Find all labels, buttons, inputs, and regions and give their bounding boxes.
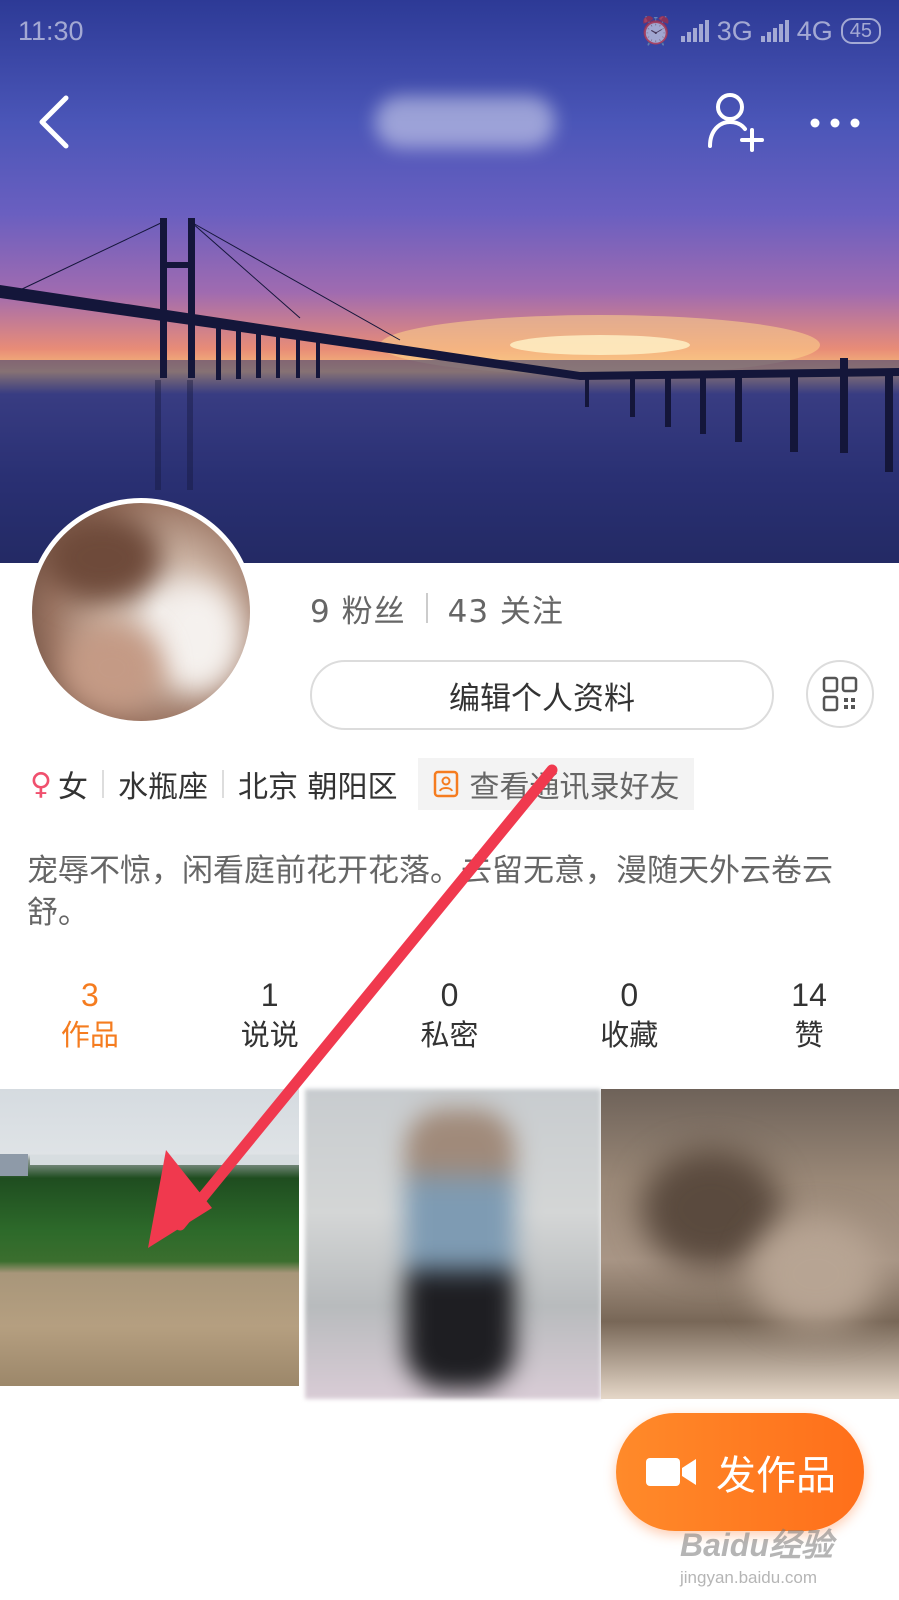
tab-label: 说说 — [240, 1018, 299, 1052]
status-time: 11:30 — [18, 15, 84, 46]
following-stat[interactable]: 43 关注 — [448, 586, 564, 631]
network-4g: 4G — [796, 15, 833, 46]
watermark: Baidu经验 jingyan.baidu.com — [680, 1520, 890, 1595]
back-button[interactable] — [28, 92, 88, 152]
battery-indicator: 45 — [840, 18, 881, 44]
status-bar: 11:30 ⏰ 3G 4G 45 — [0, 0, 899, 62]
tab-works[interactable]: 3 作品 — [0, 975, 180, 1055]
divider — [425, 593, 428, 623]
watermark-main: Baidu经验 — [680, 1527, 833, 1563]
divider — [101, 770, 104, 798]
work-thumbnail[interactable] — [0, 1089, 299, 1386]
tab-count: 0 — [440, 977, 459, 1013]
add-friend-button[interactable] — [706, 90, 766, 156]
tab-count: 1 — [260, 977, 279, 1013]
thumbnail-detail — [751, 1219, 881, 1329]
tab-count: 3 — [81, 977, 99, 1013]
profile-tags: ♀ 女 水瓶座 北京 朝阳区 查看通讯录好友 — [30, 758, 694, 810]
following-label: 关注 — [499, 593, 564, 630]
publish-work-button[interactable]: 发作品 — [616, 1413, 864, 1531]
watermark-sub: jingyan.baidu.com — [680, 1568, 818, 1587]
view-contacts-button[interactable]: 查看通讯录好友 — [417, 758, 694, 810]
view-contacts-label: 查看通讯录好友 — [469, 770, 680, 805]
tab-count: 0 — [620, 977, 639, 1013]
thumbnail-detail — [30, 1155, 299, 1165]
video-camera-icon — [646, 1458, 696, 1486]
profile-name-blurred — [375, 96, 555, 148]
contacts-book-icon — [433, 770, 458, 798]
edit-profile-button[interactable]: 编辑个人资料 — [310, 660, 774, 730]
following-count: 43 — [447, 593, 490, 630]
works-grid — [0, 1089, 899, 1419]
profile-bio: 宠辱不惊，闲看庭前花开花落。去留无意，漫随天外云卷云舒。 — [27, 853, 833, 931]
alarm-icon: ⏰ — [639, 16, 673, 46]
more-button[interactable] — [805, 98, 865, 148]
avatar[interactable] — [27, 498, 255, 726]
publish-label: 发作品 — [716, 1453, 836, 1499]
tab-label: 赞 — [794, 1018, 824, 1052]
zodiac-tag: 水瓶座 — [117, 770, 208, 805]
tab-posts[interactable]: 1 说说 — [180, 975, 360, 1055]
tab-favorites[interactable]: 0 收藏 — [539, 975, 719, 1055]
tab-likes[interactable]: 14 赞 — [719, 975, 899, 1055]
top-navigation — [0, 78, 899, 168]
work-thumbnail[interactable] — [601, 1089, 899, 1399]
tab-private[interactable]: 0 私密 — [360, 975, 540, 1055]
more-horizontal-icon — [810, 118, 860, 128]
followers-label: 粉丝 — [341, 593, 406, 630]
signal-icon — [680, 20, 709, 42]
followers-count: 9 — [310, 593, 331, 630]
divider — [221, 770, 224, 798]
thumbnail-detail — [0, 1154, 28, 1176]
qr-code-icon — [822, 676, 858, 712]
tab-count: 14 — [791, 977, 827, 1013]
thumbnail-detail — [405, 1109, 515, 1389]
chevron-left-icon — [39, 95, 69, 149]
content-tabs: 3 作品 1 说说 0 私密 0 收藏 14 赞 — [0, 975, 899, 1055]
qr-code-button[interactable] — [806, 660, 874, 728]
female-icon: ♀ — [30, 766, 52, 802]
follow-stats: 9 粉丝 43 关注 — [310, 585, 564, 631]
add-user-icon — [708, 93, 764, 152]
work-thumbnail[interactable] — [305, 1089, 601, 1399]
tab-label: 作品 — [60, 1018, 119, 1052]
network-3g: 3G — [716, 15, 753, 46]
signal-icon-2 — [760, 20, 789, 42]
followers-stat[interactable]: 9 粉丝 — [310, 586, 406, 631]
profile-banner[interactable]: 11:30 ⏰ 3G 4G 45 — [0, 0, 899, 563]
tab-label: 收藏 — [600, 1018, 659, 1052]
tab-label: 私密 — [420, 1018, 479, 1052]
gender-tag: 女 — [57, 770, 88, 805]
location-tag: 北京 朝阳区 — [237, 770, 398, 805]
